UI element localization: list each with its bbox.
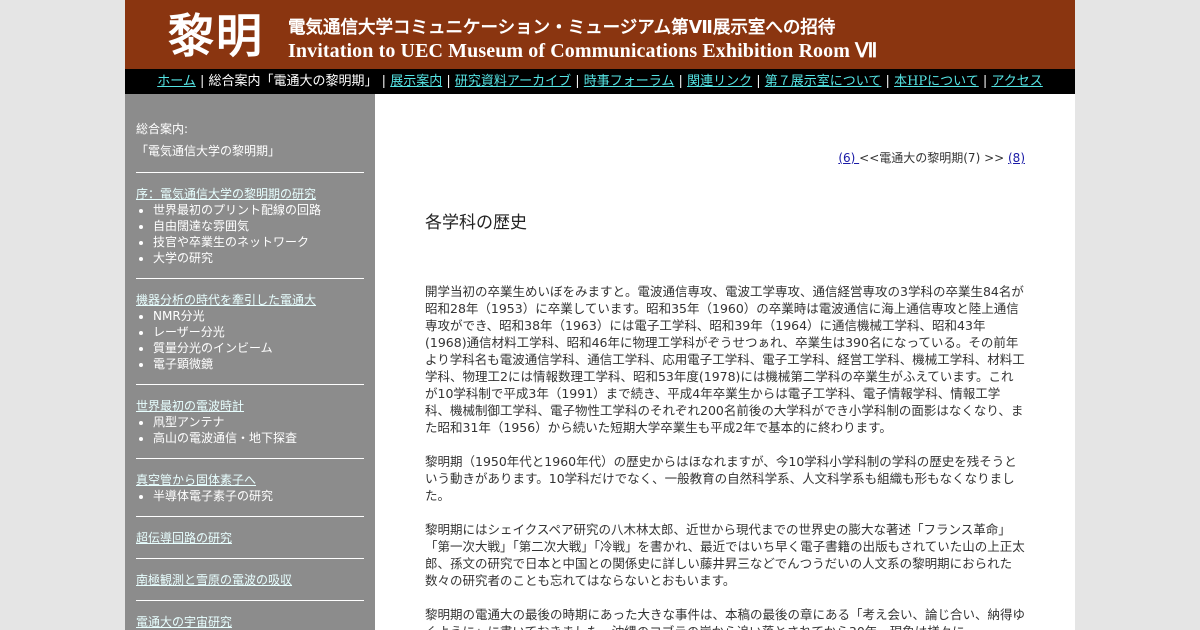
- sidebar-section-link[interactable]: 超伝導回路の研究: [136, 530, 364, 546]
- sidebar-divider: [136, 516, 364, 517]
- current-page-label: <<電通大の黎明期(7) >>: [859, 151, 1008, 165]
- nav-separator: |: [381, 74, 387, 89]
- nav-separator: |: [575, 74, 580, 89]
- prev-page-link[interactable]: (6): [838, 151, 859, 165]
- sidebar-divider: [136, 600, 364, 601]
- sidebar-divider: [136, 458, 364, 459]
- sidebar-divider: [136, 558, 364, 559]
- nav-link-forum[interactable]: 時事フォーラム: [584, 74, 675, 89]
- sidebar-divider: [136, 384, 364, 385]
- section-title: 各学科の歴史: [425, 213, 527, 233]
- sidebar-list-item: 自由闊達な雰囲気: [153, 218, 364, 234]
- sidebar-list-item: レーザー分光: [153, 324, 364, 340]
- sidebar-heading: 総合案内:: [136, 122, 189, 136]
- nav-link-access[interactable]: アクセス: [991, 74, 1042, 89]
- sidebar-list-item: 半導体電子素子の研究: [153, 488, 364, 504]
- sidebar-section-link[interactable]: 電通大の宇宙研究: [136, 614, 364, 630]
- site-logo[interactable]: 黎明: [168, 8, 264, 64]
- sidebar-section-link[interactable]: 世界最初の電波時計: [136, 398, 364, 414]
- sidebar-list-item: 世界最初のプリント配線の回路: [153, 202, 364, 218]
- nav-separator: |: [446, 74, 451, 89]
- nav-home-link[interactable]: ホーム: [157, 74, 196, 89]
- nav-separator: |: [678, 74, 683, 89]
- article-paragraph: 開学当初の卒業生めいぼをみますと。電波通信専攻、電波工学専攻、通信経営専攻の3学…: [425, 284, 1025, 435]
- nav-separator: |: [756, 74, 761, 89]
- next-page-link[interactable]: (8): [1008, 151, 1025, 165]
- page-container: 黎明 電気通信大学コミュニケーション・ミュージアム第Ⅶ展示室への招待 Invit…: [125, 0, 1075, 630]
- nav-link-archive[interactable]: 研究資料アーカイブ: [455, 74, 571, 89]
- article-paragraph: 黎明期にはシェイクスペア研究の八木林太郎、近世から現代までの世界史の膨大な著述「…: [425, 522, 1025, 588]
- nav-link-about-site[interactable]: 本HPについて: [894, 74, 979, 89]
- nav-link-related[interactable]: 関連リンク: [687, 74, 752, 89]
- sidebar-divider: [136, 278, 364, 279]
- main-content: (6) <<電通大の黎明期(7) >> (8) 各学科の歴史 開学当初の卒業生め…: [375, 94, 1075, 630]
- nav-link-room7[interactable]: 第７展示室について: [765, 74, 882, 89]
- sidebar-item-list: 世界最初のプリント配線の回路 自由闊達な雰囲気 技官や卒業生のネットワーク 大学…: [136, 202, 364, 266]
- sidebar-section-link[interactable]: 機器分析の時代を牽引した電通大: [136, 292, 364, 308]
- header-banner: 黎明 電気通信大学コミュニケーション・ミュージアム第Ⅶ展示室への招待 Invit…: [125, 0, 1075, 69]
- sidebar-list-item: 高山の電波通信・地下探査: [153, 430, 364, 446]
- sidebar-list-item: 電子顕微鏡: [153, 356, 364, 372]
- sidebar-list-item: NMR分光: [153, 308, 364, 324]
- sidebar-subheading: 「電気通信大学の黎明期」: [136, 144, 281, 158]
- sidebar-item-list: 半導体電子素子の研究: [136, 488, 364, 504]
- sidebar-section-link[interactable]: 南極観測と雪原の電波の吸収: [136, 572, 364, 588]
- sidebar-list-item: 質量分光のインビーム: [153, 340, 364, 356]
- sidebar-list-item: 凧型アンテナ: [153, 414, 364, 430]
- sidebar-section-link[interactable]: 真空管から固体素子へ: [136, 472, 364, 488]
- article-paragraph: 黎明期の電通大の最後の時期にあった大きな事件は、本稿の最後の章にある「考え会い、…: [425, 607, 1026, 630]
- sidebar-section-link[interactable]: 序：電気通信大学の黎明期の研究: [136, 186, 364, 202]
- nav-separator: |: [982, 74, 988, 89]
- sidebar-content: 総合案内: 「電気通信大学の黎明期」 序：電気通信大学の黎明期の研究 世界最初の…: [136, 120, 364, 630]
- sidebar: 総合案内: 「電気通信大学の黎明期」 序：電気通信大学の黎明期の研究 世界最初の…: [125, 94, 375, 630]
- article-body: 開学当初の卒業生めいぼをみますと。電波通信専攻、電波工学専攻、通信経営専攻の3学…: [425, 283, 1025, 630]
- nav-separator: |: [199, 74, 205, 89]
- banner-title-en: Invitation to UEC Museum of Communicatio…: [288, 40, 878, 62]
- sidebar-list-item: 技官や卒業生のネットワーク: [153, 234, 364, 250]
- sidebar-item-list: NMR分光 レーザー分光 質量分光のインビーム 電子顕微鏡: [136, 308, 364, 372]
- article-paragraph: 黎明期（1950年代と1960年代）の歴史からはほなれますが、今10学科小学科制…: [425, 454, 1017, 503]
- nav-current-page: 総合案内「電通大の黎明期」: [208, 74, 378, 89]
- sidebar-divider: [136, 172, 364, 173]
- nav-separator: |: [885, 74, 890, 89]
- sidebar-item-list: 凧型アンテナ 高山の電波通信・地下探査: [136, 414, 364, 446]
- top-nav: ホーム | 総合案内「電通大の黎明期」 | 展示案内 | 研究資料アーカイブ |…: [125, 69, 1075, 94]
- sidebar-list-item: 大学の研究: [153, 250, 364, 266]
- page-pager: (6) <<電通大の黎明期(7) >> (8): [838, 150, 1025, 166]
- nav-link-exhibits[interactable]: 展示案内: [390, 74, 442, 89]
- banner-title-jp: 電気通信大学コミュニケーション・ミュージアム第Ⅶ展示室への招待: [288, 18, 836, 38]
